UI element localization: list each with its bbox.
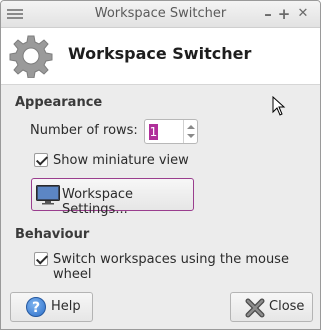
workspace-switcher-dialog: Workspace Switcher – + ✕ Workspace Switc…	[0, 0, 321, 330]
show-miniature-checkbox[interactable]	[34, 153, 48, 167]
spin-arrows[interactable]	[183, 120, 197, 143]
spin-up-icon[interactable]	[187, 125, 195, 129]
help-label: Help	[51, 299, 81, 314]
help-icon: ?	[26, 297, 46, 317]
close-icon	[245, 298, 265, 318]
appearance-section-title: Appearance	[15, 95, 103, 110]
close-button[interactable]: Close	[230, 292, 313, 322]
dialog-heading: Workspace Switcher	[68, 44, 252, 63]
rows-spinbox[interactable]: 1	[144, 119, 198, 144]
gear-icon	[9, 35, 53, 78]
rows-label: Number of rows:	[30, 123, 138, 138]
workspace-settings-button[interactable]: Workspace Settings...	[31, 178, 194, 217]
workspace-settings-label: Workspace Settings...	[62, 187, 134, 217]
mouse-cursor-icon	[272, 96, 286, 116]
behaviour-section-title: Behaviour	[15, 227, 90, 242]
monitor-icon	[36, 185, 60, 205]
rows-value[interactable]: 1	[149, 124, 158, 140]
close-label: Close	[269, 299, 305, 314]
dialog-header: Workspace Switcher	[1, 28, 320, 85]
mouse-wheel-checkbox[interactable]	[34, 252, 48, 266]
help-button[interactable]: ? Help	[10, 292, 93, 322]
mouse-wheel-label[interactable]: Switch workspaces using the mouse wheel	[53, 252, 320, 282]
show-miniature-label[interactable]: Show miniature view	[53, 153, 189, 168]
close-window-button[interactable]: ✕	[294, 4, 312, 24]
spin-down-icon[interactable]	[187, 134, 195, 138]
title-bar[interactable]: Workspace Switcher – + ✕	[1, 1, 320, 28]
maximize-button[interactable]: +	[275, 4, 293, 24]
